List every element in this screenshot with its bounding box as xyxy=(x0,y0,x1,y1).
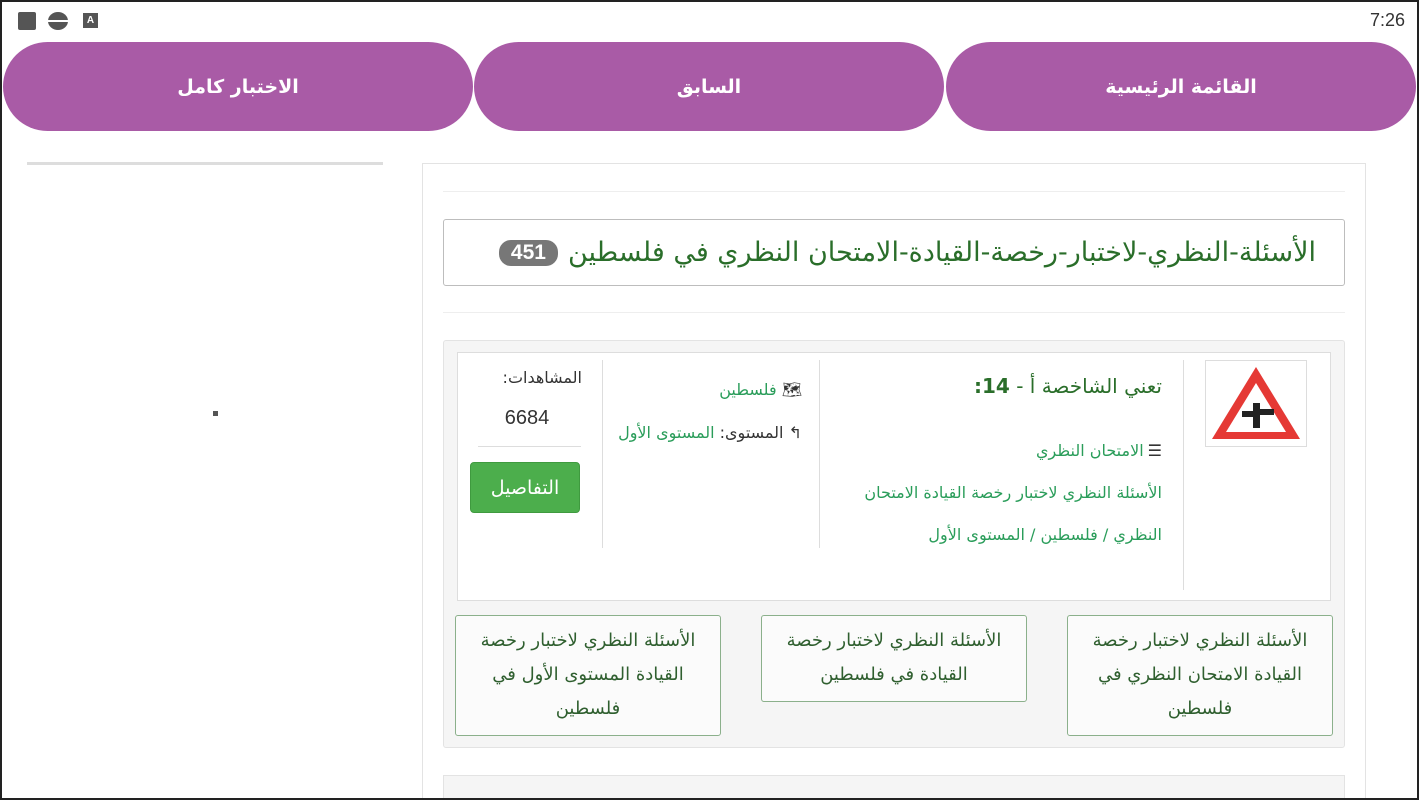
views-block: المشاهدات: 6684 xyxy=(472,368,582,430)
sidebar-divider xyxy=(27,162,383,165)
sign-thumbnail[interactable] xyxy=(1205,360,1307,447)
views-count: 6684 xyxy=(504,407,550,429)
details-button[interactable]: التفاصيل xyxy=(470,462,580,513)
count-badge: 451 xyxy=(498,239,558,266)
region-link[interactable]: فلسطين xyxy=(719,380,776,399)
item-title[interactable]: تعني الشاخصة أ - 14: xyxy=(832,374,1162,398)
status-bar: A 7:26 xyxy=(2,2,1417,40)
next-item-card xyxy=(443,775,1345,798)
sidebar-dot xyxy=(213,411,218,416)
category-path-link[interactable]: الأسئلة النظري لاختبار رخصة القيادة الام… xyxy=(864,483,1162,544)
square-icon xyxy=(18,12,36,30)
a-icon: A xyxy=(83,13,98,28)
map-icon: 🗺 xyxy=(781,380,802,399)
card-divider xyxy=(602,360,603,548)
level-arrow-icon: ↰ xyxy=(788,423,802,442)
item-meta: 🗺 فلسطين ↰ المستوى: المستوى الأول xyxy=(612,368,802,454)
card-divider xyxy=(1183,360,1184,590)
level-link[interactable]: المستوى الأول xyxy=(618,423,714,442)
tag-button[interactable]: الأسئلة النظري لاختبار رخصة القيادة المس… xyxy=(455,615,721,736)
divider xyxy=(443,191,1345,192)
triangle-warning-sign-icon xyxy=(1212,367,1300,439)
full-test-button[interactable]: الاختبار كامل xyxy=(3,42,473,131)
page-title-box: الأسئلة-النظري-لاختبار-رخصة-القيادة-الام… xyxy=(443,219,1345,286)
tag-button[interactable]: الأسئلة النظري لاختبار رخصة القيادة الام… xyxy=(1067,615,1333,736)
tag-button[interactable]: الأسئلة النظري لاختبار رخصة القيادة في ف… xyxy=(761,615,1027,702)
main-menu-button[interactable]: القائمة الرئيسية xyxy=(946,42,1416,131)
card-divider xyxy=(819,360,820,548)
circle-icon xyxy=(48,12,68,30)
views-divider xyxy=(478,446,581,447)
level-label: المستوى: xyxy=(719,423,784,442)
views-label: المشاهدات: xyxy=(502,368,582,387)
item-title-number: 14: xyxy=(974,374,1010,398)
page-title: الأسئلة-النظري-لاختبار-رخصة-القيادة-الام… xyxy=(567,237,1316,268)
divider xyxy=(443,312,1345,313)
list-icon: ☰ xyxy=(1147,441,1162,460)
previous-button[interactable]: السابق xyxy=(474,42,944,131)
item-category: ☰الامتحان النظري الأسئلة النظري لاختبار … xyxy=(832,430,1162,556)
app-window: A 7:26 القائمة الرئيسية السابق الاختبار … xyxy=(0,0,1419,800)
status-clock: 7:26 xyxy=(1369,10,1405,30)
item-title-prefix: تعني الشاخصة أ - xyxy=(1009,374,1162,398)
category-main-link[interactable]: الامتحان النظري xyxy=(1036,441,1144,460)
